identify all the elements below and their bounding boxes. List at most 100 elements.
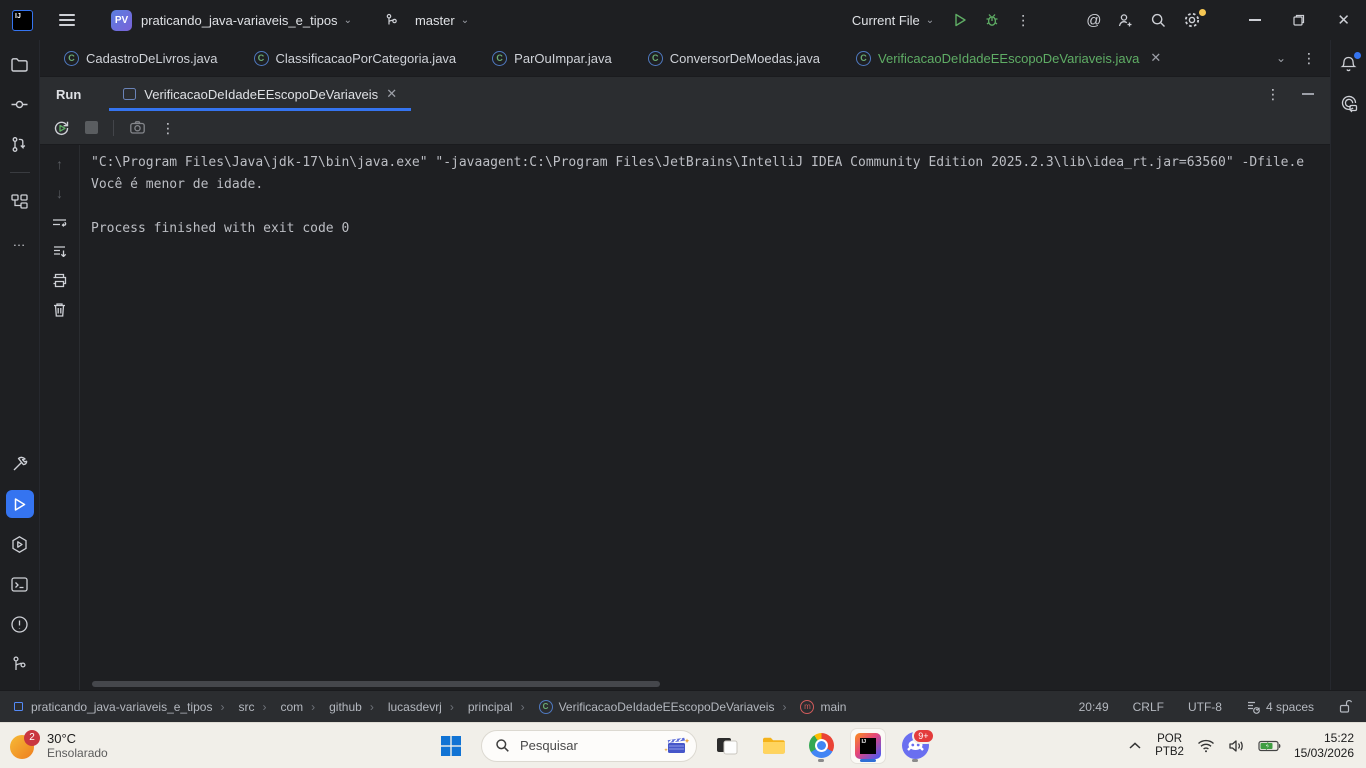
- wifi-icon[interactable]: [1197, 739, 1215, 753]
- search-everywhere-button[interactable]: [1142, 7, 1175, 34]
- window-close-button[interactable]: ✕: [1321, 3, 1366, 37]
- services-tool-button[interactable]: [6, 530, 34, 558]
- breadcrumb-item[interactable]: C VerificacaoDeIdadeEEscopoDeVariaveis: [513, 699, 774, 714]
- horizontal-scrollbar[interactable]: [92, 681, 660, 687]
- project-badge[interactable]: PV: [111, 9, 132, 31]
- trash-icon: [54, 302, 65, 317]
- run-console[interactable]: "C:\Program Files\Java\jdk-17\bin\java.e…: [80, 145, 1330, 690]
- hamburger-menu-icon[interactable]: [53, 8, 81, 32]
- language-indicator[interactable]: POR PTB2: [1155, 733, 1184, 759]
- task-view-icon: [717, 737, 738, 754]
- window-maximize-button[interactable]: [1277, 6, 1321, 34]
- more-tool-windows-button[interactable]: …: [6, 227, 34, 255]
- java-class-icon: C: [492, 50, 508, 66]
- problems-tool-button[interactable]: [6, 610, 34, 638]
- editor-tab-active[interactable]: C VerificacaoDeIdadeEEscopoDeVariaveis.j…: [838, 40, 1179, 76]
- weather-temperature: 30°C: [47, 731, 77, 746]
- debug-button[interactable]: [976, 7, 1008, 33]
- add-user-icon: [1119, 13, 1132, 26]
- breadcrumb-item[interactable]: principal: [442, 700, 513, 714]
- start-button[interactable]: [434, 729, 468, 763]
- thread-dump-button[interactable]: [129, 119, 146, 136]
- clear-all-button[interactable]: [49, 298, 71, 320]
- weather-badge: 2: [24, 729, 40, 746]
- breadcrumb-item[interactable]: src: [212, 700, 254, 714]
- run-toolbar-more-menu[interactable]: ⋮: [161, 121, 175, 135]
- editor-tab-label: CadastroDeLivros.java: [86, 50, 218, 66]
- chevron-down-icon[interactable]: ⌄: [1276, 51, 1286, 65]
- print-button[interactable]: [49, 269, 71, 291]
- next-occurrence-button[interactable]: ↓: [49, 182, 71, 204]
- settings-button[interactable]: [1175, 6, 1209, 34]
- hide-panel-button[interactable]: [1302, 93, 1314, 95]
- git-tool-button[interactable]: [6, 650, 34, 678]
- play-icon: [955, 13, 966, 27]
- module-icon: [14, 702, 23, 711]
- breadcrumb-item[interactable]: com: [254, 700, 303, 714]
- taskbar-clock[interactable]: 15:22 15/03/2026: [1294, 731, 1354, 761]
- weather-widget[interactable]: 2 30°C Ensolarado: [0, 729, 108, 760]
- file-explorer-button[interactable]: [757, 729, 791, 763]
- breadcrumb-item[interactable]: praticando_java-variaveis_e_tipos: [31, 700, 212, 714]
- branch-widget[interactable]: master ⌄: [384, 13, 469, 28]
- rerun-button[interactable]: [53, 119, 70, 136]
- breadcrumb-item[interactable]: github: [303, 700, 362, 714]
- line-separator[interactable]: CRLF: [1133, 700, 1164, 714]
- editor-tab[interactable]: C ParOuImpar.java: [474, 40, 630, 76]
- breadcrumb-item[interactable]: lucasdevrj: [362, 700, 442, 714]
- file-lock-toggle[interactable]: [1338, 699, 1352, 714]
- run-tool-button[interactable]: [5, 490, 34, 518]
- close-icon[interactable]: ✕: [1150, 50, 1161, 66]
- chevron-down-icon[interactable]: ⌄: [344, 15, 352, 26]
- scroll-to-end-button[interactable]: [49, 240, 71, 262]
- more-actions-menu[interactable]: ⋮: [1008, 8, 1038, 32]
- run-panel-title: Run: [56, 86, 82, 102]
- add-user-button[interactable]: [1109, 7, 1142, 34]
- ai-chat-tool-button[interactable]: [1335, 90, 1363, 118]
- notifications-button[interactable]: [1335, 50, 1363, 78]
- run-tab[interactable]: VerificacaoDeIdadeEEscopoDeVariaveis ✕: [109, 77, 411, 111]
- breadcrumb-item[interactable]: m main: [774, 699, 846, 714]
- run-panel-options-menu[interactable]: ⋮: [1266, 87, 1280, 101]
- tab-options-menu[interactable]: ⋮: [1302, 51, 1316, 65]
- prev-occurrence-button[interactable]: ↑: [49, 153, 71, 175]
- scroll-to-end-icon: [54, 245, 67, 257]
- commit-tool-button[interactable]: [6, 90, 34, 118]
- status-bar: praticando_java-variaveis_e_tipos src co…: [0, 690, 1366, 722]
- editor-tab[interactable]: C CadastroDeLivros.java: [46, 40, 236, 76]
- volume-icon[interactable]: [1228, 739, 1245, 753]
- editor-tab[interactable]: C ClassificacaoPorCategoria.java: [236, 40, 475, 76]
- pull-requests-tool-button[interactable]: [6, 130, 34, 158]
- run-button[interactable]: [944, 7, 976, 33]
- soft-wrap-button[interactable]: [49, 211, 71, 233]
- task-view-button[interactable]: [710, 729, 744, 763]
- stripe-divider: [9, 172, 30, 173]
- build-tool-button[interactable]: [6, 450, 34, 478]
- intellij-taskbar-button[interactable]: IJ: [851, 728, 885, 763]
- ai-assistant-icon[interactable]: @: [1078, 7, 1109, 34]
- file-encoding[interactable]: UTF-8: [1188, 700, 1222, 714]
- taskbar-search[interactable]: Pesquisar: [481, 729, 697, 762]
- close-icon[interactable]: ✕: [386, 86, 397, 102]
- hidden-icons-button[interactable]: [1128, 741, 1142, 750]
- discord-button[interactable]: 9+: [898, 728, 935, 763]
- search-icon: [1152, 13, 1166, 27]
- run-tab-label: VerificacaoDeIdadeEEscopoDeVariaveis: [144, 86, 379, 102]
- project-tool-button[interactable]: [6, 50, 34, 78]
- run-configuration-select[interactable]: Current File ⌄: [852, 13, 934, 28]
- terminal-tool-button[interactable]: [6, 570, 34, 598]
- structure-icon: [11, 193, 28, 209]
- window-minimize-button[interactable]: [1233, 11, 1277, 29]
- chrome-button[interactable]: [804, 729, 838, 763]
- battery-icon[interactable]: [1258, 740, 1281, 752]
- cursor-position[interactable]: 20:49: [1079, 700, 1109, 714]
- editor-tab[interactable]: C ConversorDeMoedas.java: [630, 40, 838, 76]
- run-toolbar: ⋮: [40, 111, 1330, 145]
- indent-setting[interactable]: 4 spaces: [1246, 700, 1314, 714]
- project-name[interactable]: praticando_java-variaveis_e_tipos: [141, 13, 338, 28]
- branches-icon: [12, 136, 26, 152]
- windows-start-icon: [441, 735, 461, 756]
- structure-tool-button[interactable]: [6, 187, 34, 215]
- daily-highlight-icon: [664, 737, 690, 753]
